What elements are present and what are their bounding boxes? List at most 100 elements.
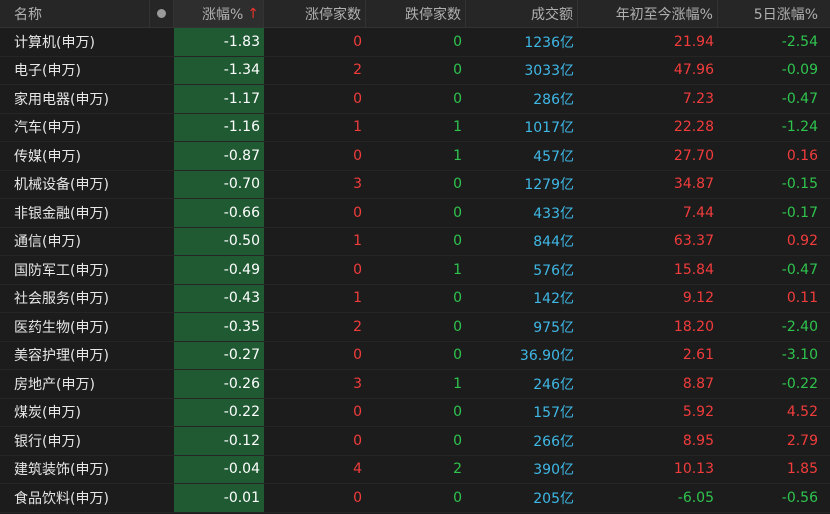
- limit-up-count: 0: [353, 90, 362, 107]
- sector-name: 国防军工(申万): [14, 262, 109, 279]
- table-row[interactable]: 非银金融(申万) -0.66 0 0 433亿 7.44 -0.17: [0, 199, 830, 228]
- ytd-change: 10.13: [673, 461, 714, 478]
- turnover: 390亿: [533, 462, 574, 479]
- limit-down-count: 0: [453, 33, 462, 50]
- five-day-change: -0.47: [781, 90, 818, 107]
- table-row[interactable]: 汽车(申万) -1.16 1 1 1017亿 22.28 -1.24: [0, 113, 830, 142]
- header-name[interactable]: 名称: [0, 0, 150, 27]
- header-five-day-change[interactable]: 5日涨幅%: [718, 0, 830, 27]
- change-pct: -0.01: [174, 484, 264, 512]
- sector-name: 建筑装饰(申万): [14, 462, 109, 479]
- limit-down-count: 0: [453, 404, 462, 421]
- turnover: 142亿: [533, 291, 574, 308]
- dot-cell: [150, 85, 174, 113]
- change-pct: -0.50: [174, 227, 264, 255]
- limit-up-count: 2: [353, 62, 362, 79]
- table-row[interactable]: 计算机(申万) -1.83 0 0 1236亿 21.94 -2.54: [0, 28, 830, 57]
- sector-name: 社会服务(申万): [14, 291, 109, 308]
- sector-name: 电子(申万): [14, 63, 81, 80]
- header-limit-up[interactable]: 涨停家数: [264, 0, 366, 27]
- limit-down-count: 0: [453, 318, 462, 335]
- limit-down-count: 1: [453, 375, 462, 392]
- header-dot[interactable]: [150, 0, 174, 27]
- ytd-change: 47.96: [673, 62, 714, 79]
- sector-name: 银行(申万): [14, 433, 81, 450]
- limit-up-count: 0: [353, 204, 362, 221]
- sector-name: 非银金融(申万): [14, 205, 109, 222]
- header-ytd-change[interactable]: 年初至今涨幅%: [578, 0, 718, 27]
- dot-cell: [150, 57, 174, 85]
- table-row[interactable]: 国防军工(申万) -0.49 0 1 576亿 15.84 -0.47: [0, 256, 830, 285]
- table-row[interactable]: 传媒(申万) -0.87 0 1 457亿 27.70 0.16: [0, 142, 830, 171]
- limit-down-count: 0: [453, 62, 462, 79]
- table-row[interactable]: 煤炭(申万) -0.22 0 0 157亿 5.92 4.52: [0, 398, 830, 427]
- limit-up-count: 0: [353, 33, 362, 50]
- five-day-change: -2.40: [781, 318, 818, 335]
- table-row[interactable]: 电子(申万) -1.34 2 0 3033亿 47.96 -0.09: [0, 56, 830, 85]
- header-change-label: 涨幅%: [201, 6, 244, 23]
- limit-down-count: 2: [453, 461, 462, 478]
- table-row[interactable]: 通信(申万) -0.50 1 0 844亿 63.37 0.92: [0, 227, 830, 256]
- sector-name: 计算机(申万): [14, 34, 95, 51]
- five-day-change: -0.09: [781, 62, 818, 79]
- table-row[interactable]: 房地产(申万) -0.26 3 1 246亿 8.87 -0.22: [0, 370, 830, 399]
- ytd-change: 9.12: [682, 290, 714, 307]
- table-row[interactable]: 医药生物(申万) -0.35 2 0 975亿 18.20 -2.40: [0, 313, 830, 342]
- table-row[interactable]: 机械设备(申万) -0.70 3 0 1279亿 34.87 -0.15: [0, 170, 830, 199]
- change-pct: -0.70: [174, 170, 264, 198]
- limit-down-count: 1: [453, 119, 462, 136]
- dot-cell: [150, 199, 174, 227]
- five-day-change: 0.92: [786, 233, 818, 250]
- turnover: 457亿: [533, 148, 574, 165]
- turnover: 246亿: [533, 376, 574, 393]
- change-pct: -0.87: [174, 142, 264, 170]
- five-day-change: -1.24: [781, 119, 818, 136]
- five-day-change: 0.11: [786, 290, 818, 307]
- table-row[interactable]: 美容护理(申万) -0.27 0 0 36.90亿 2.61 -3.10: [0, 341, 830, 370]
- limit-down-count: 1: [453, 147, 462, 164]
- limit-up-count: 3: [353, 375, 362, 392]
- sector-name: 机械设备(申万): [14, 177, 109, 194]
- dot-cell: [150, 427, 174, 455]
- ytd-change: 27.70: [673, 147, 714, 164]
- dot-cell: [150, 313, 174, 341]
- ytd-change: 8.95: [682, 432, 714, 449]
- ytd-change: 22.28: [673, 119, 714, 136]
- limit-down-count: 0: [453, 347, 462, 364]
- sector-name: 通信(申万): [14, 234, 81, 251]
- limit-up-count: 2: [353, 318, 362, 335]
- dot-cell: [150, 228, 174, 256]
- table-row[interactable]: 社会服务(申万) -0.43 1 0 142亿 9.12 0.11: [0, 284, 830, 313]
- change-pct: -0.35: [174, 313, 264, 341]
- dot-cell: [150, 256, 174, 284]
- change-pct: -1.83: [174, 28, 264, 56]
- limit-up-count: 1: [353, 119, 362, 136]
- header-limit-down[interactable]: 跌停家数: [366, 0, 466, 27]
- limit-up-count: 0: [353, 147, 362, 164]
- change-pct: -0.26: [174, 370, 264, 398]
- turnover: 266亿: [533, 433, 574, 450]
- change-pct: -0.27: [174, 341, 264, 369]
- header-change-pct[interactable]: 涨幅% ↑: [174, 0, 264, 27]
- table-row[interactable]: 银行(申万) -0.12 0 0 266亿 8.95 2.79: [0, 427, 830, 456]
- ytd-change: 34.87: [673, 176, 714, 193]
- turnover: 1017亿: [524, 120, 574, 137]
- dot-cell: [150, 399, 174, 427]
- limit-up-count: 0: [353, 347, 362, 364]
- header-turnover[interactable]: 成交额: [466, 0, 578, 27]
- ytd-change: 18.20: [673, 318, 714, 335]
- table-row[interactable]: 食品饮料(申万) -0.01 0 0 205亿 -6.05 -0.56: [0, 484, 830, 513]
- table-row[interactable]: 家用电器(申万) -1.17 0 0 286亿 7.23 -0.47: [0, 85, 830, 114]
- limit-down-count: 0: [453, 489, 462, 506]
- limit-up-count: 4: [353, 461, 362, 478]
- limit-up-count: 1: [353, 290, 362, 307]
- sector-name: 家用电器(申万): [14, 91, 109, 108]
- dot-cell: [150, 114, 174, 142]
- table-row[interactable]: 建筑装饰(申万) -0.04 4 2 390亿 10.13 1.85: [0, 455, 830, 484]
- dot-cell: [150, 484, 174, 512]
- limit-down-count: 0: [453, 204, 462, 221]
- dot-cell: [150, 28, 174, 56]
- limit-up-count: 0: [353, 404, 362, 421]
- limit-down-count: 0: [453, 176, 462, 193]
- limit-down-count: 0: [453, 290, 462, 307]
